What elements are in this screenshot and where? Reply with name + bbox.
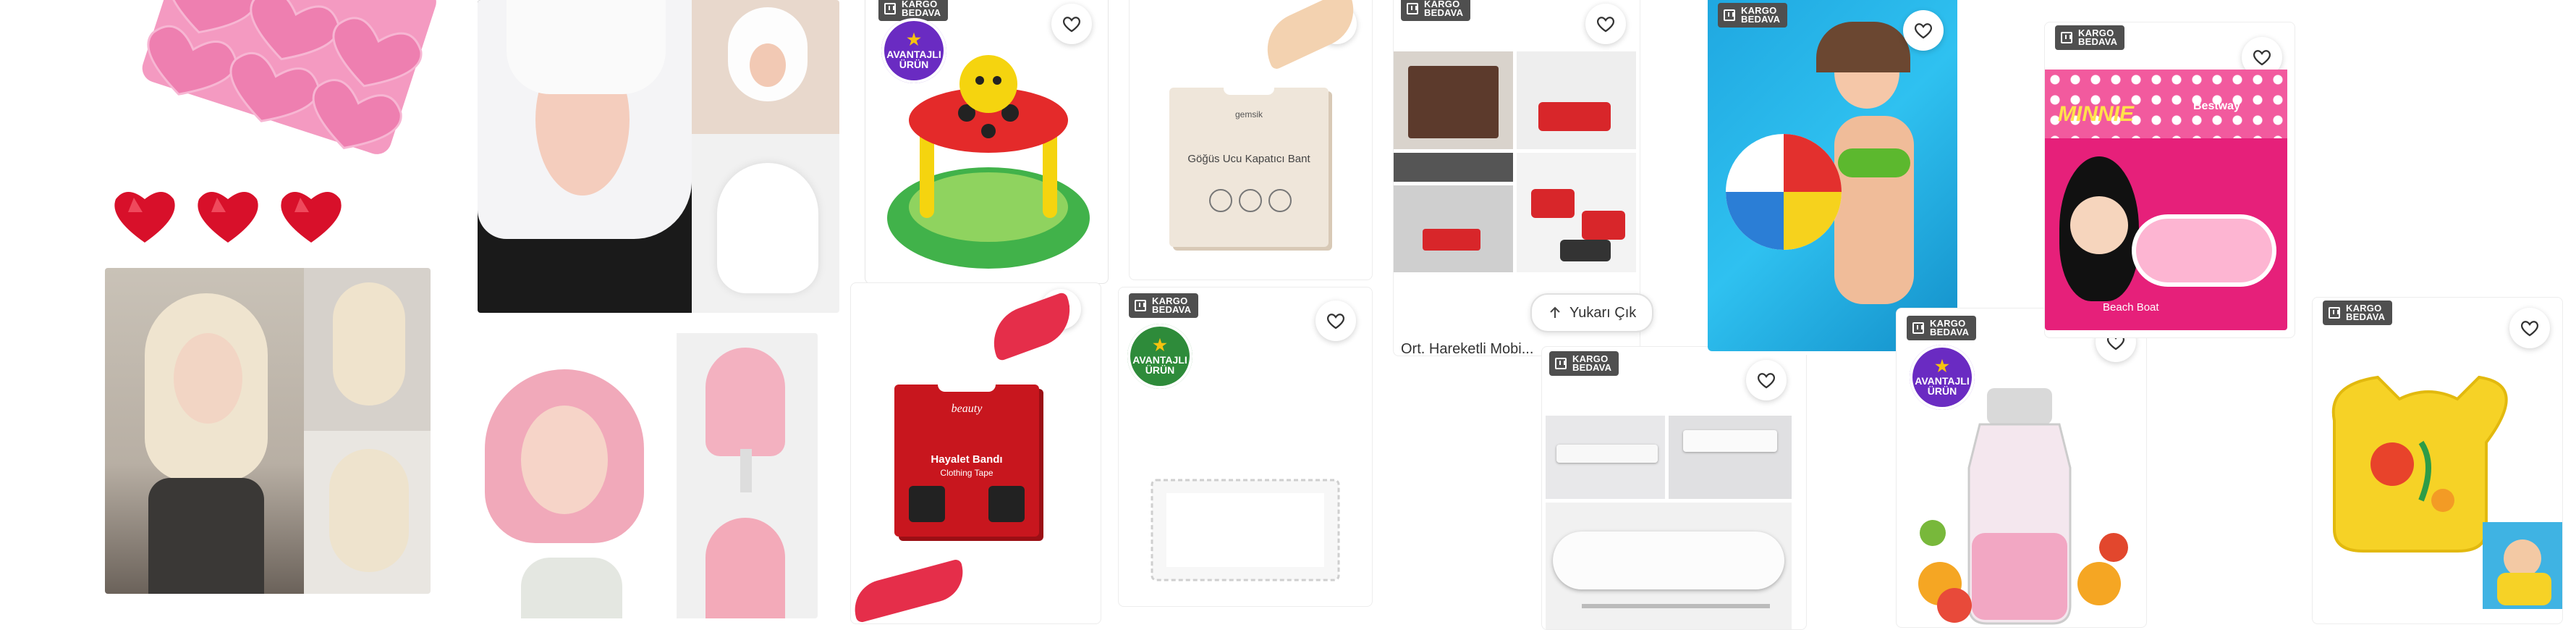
product-card-swim-vest[interactable]: KARGO BEDAVA [2312,297,2563,624]
product-image-heart-mold[interactable] [109,0,449,210]
ribbon-decoration [983,291,1080,362]
add-to-favorites-button[interactable] [1585,4,1626,44]
ladybug-baby-pool-image [887,55,1090,269]
silicone-heart-mold-image [142,0,436,154]
product-card-clothes-dryer[interactable]: KARGO BEDAVA [1541,346,1807,630]
free-shipping-badge: KARGO BEDAVA [1907,316,1977,340]
advantage-line-1: AVANTAJLI [1132,354,1187,366]
inflatable-vest-image [2331,375,2562,609]
box-icon [884,3,896,14]
box-label-minnie: MINNIE [2058,102,2134,126]
add-to-favorites-button[interactable] [1051,4,1092,44]
box-title: Göğüs Ucu Kapatıcı Bant [1187,153,1310,165]
heart-chocolates-image [109,185,347,250]
free-shipping-badge: KARGO BEDAVA [2323,301,2393,325]
box-brand: gemsik [1234,109,1263,119]
advantage-line-2: ÜRÜN [1145,364,1175,376]
badge-line-2: BEDAVA [1930,327,1970,337]
heart-outline-icon [1757,373,1776,389]
arrow-up-icon [1550,306,1560,318]
product-card-portable-blender[interactable]: KARGO BEDAVA ★ AVANTAJLI ÜRÜN [1896,308,2147,628]
white-wig-model [478,0,692,313]
blender-bottle-image [1918,388,2128,625]
product-card-nipple-covers[interactable]: gemsik Göğüs Ucu Kapatıcı Bant [1129,0,1373,280]
star-icon: ★ [1153,336,1167,354]
badge-line-2: BEDAVA [2346,311,2386,322]
heart-outline-icon [1596,17,1615,33]
star-icon: ★ [1935,357,1949,375]
free-shipping-badge: KARGO BEDAVA [1549,351,1619,376]
scroll-to-top-button[interactable]: Yukarı Çık [1530,293,1654,332]
minnie-boat-box-image: MINNIE Bestway Beach Boat [2045,70,2287,330]
scroll-to-top-label: Yukarı Çık [1569,304,1637,321]
box-icon [1912,322,1924,334]
box-brand-bestway: Bestway [2193,100,2240,112]
add-to-favorites-button[interactable] [1746,360,1787,400]
box-icon [1407,3,1418,14]
badge-line-2: BEDAVA [2078,36,2118,47]
add-to-favorites-button[interactable] [1315,301,1356,341]
advantage-line-1: AVANTAJLI [1915,375,1970,387]
wig-back-view [304,431,431,594]
product-card-clothing-tape[interactable]: beauty Hayalet Bandı Clothing Tape [850,282,1101,624]
product-card-paper-doily[interactable]: KARGO BEDAVA ★ AVANTAJLI ÜRÜN [1118,287,1373,607]
badge-line-2: BEDAVA [902,7,941,18]
badge-line-2: BEDAVA [1152,304,1192,315]
tape-box-image: beauty Hayalet Bandı Clothing Tape [894,377,1039,537]
furniture-mover-image [1394,51,1640,276]
ball-graphic [1726,134,1842,250]
clothes-dryer-image [1546,416,1802,629]
beach-ball-image [1708,0,1957,351]
free-shipping-badge: KARGO BEDAVA [2055,25,2125,50]
badge-line-2: BEDAVA [1424,7,1464,18]
wig-model-side [304,268,431,431]
box-icon [1555,358,1567,369]
white-wig-mannequin [692,0,839,134]
badge-line-2: BEDAVA [1741,14,1781,25]
box-icon [2061,32,2072,43]
ribbon-decoration [851,558,970,623]
heart-outline-icon [1326,314,1345,329]
wig-model-main [105,268,304,594]
box-product-name: Beach Boat [2103,301,2159,314]
box-icon [1135,300,1146,311]
product-card-minnie-boat[interactable]: KARGO BEDAVA MINNIE Bestway Beach Boat [2044,22,2295,338]
product-card-baby-pool[interactable]: KARGO BEDAVA ★ AVANTAJLI ÜRÜN [865,0,1109,284]
nipple-cover-box-image: gemsik Göğüs Ucu Kapatıcı Bant [1169,82,1329,247]
pink-wig-model [478,355,658,618]
product-card-beach-ball[interactable]: KARGO BEDAVA [1708,0,1957,355]
tape-box-brand: beauty [951,403,983,415]
tape-box-title: Hayalet Bandı [931,453,1003,466]
product-image-blonde-wig[interactable] [105,268,431,594]
lace-doily-image [1151,479,1340,581]
add-to-favorites-button[interactable] [2509,308,2550,348]
heart-outline-icon [2253,50,2271,66]
free-shipping-badge: KARGO BEDAVA [1129,293,1199,318]
free-shipping-badge: KARGO BEDAVA [1401,0,1471,21]
heart-outline-icon [1914,23,1933,39]
advantage-product-badge: ★ AVANTAJLI ÜRÜN [1127,324,1192,389]
heart-outline-icon [1062,17,1081,33]
white-wig-stand [692,134,839,313]
tape-box-subtitle: Clothing Tape [940,468,993,478]
free-shipping-badge: KARGO BEDAVA [1718,3,1788,28]
pink-wig-stand [677,333,818,618]
add-to-favorites-button[interactable] [1903,10,1944,51]
product-image-pink-bob-wig[interactable] [478,333,818,618]
heart-outline-icon [2520,321,2539,337]
box-icon [2329,307,2340,319]
badge-line-2: BEDAVA [1572,362,1612,373]
box-icon [1724,9,1735,21]
product-image-white-bob-wig[interactable] [478,0,839,313]
